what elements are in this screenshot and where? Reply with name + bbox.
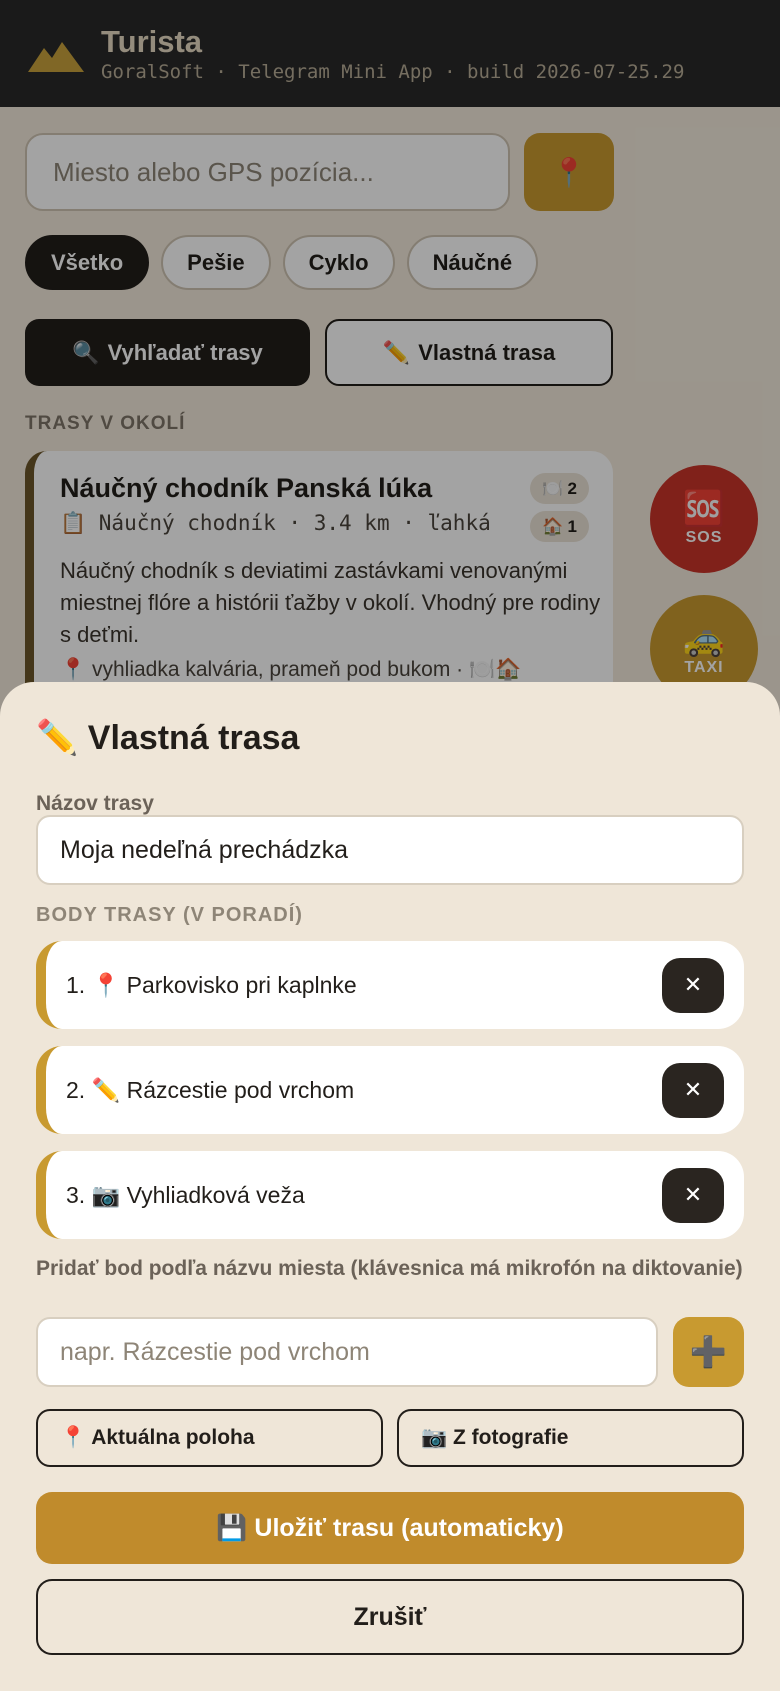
route-point-text: 1. 📍 Parkovisko pri kaplnke	[66, 971, 357, 998]
route-point-item: 1. 📍 Parkovisko pri kaplnke ✕	[36, 941, 744, 1029]
route-name-input[interactable]: Moja nedeľná prechádzka	[36, 815, 744, 885]
add-point-label: Pridať bod podľa názvu miesta (klávesnic…	[36, 1257, 743, 1280]
current-location-button[interactable]: 📍 Aktuálna poloha	[36, 1409, 383, 1467]
sheet-title-text: Vlastná trasa	[87, 719, 300, 757]
route-name-label: Názov trasy	[36, 792, 154, 815]
sheet-title: ✏️ Vlastná trasa	[36, 718, 299, 758]
custom-route-sheet: ✏️ Vlastná trasa Názov trasy Moja nedeľn…	[0, 682, 780, 1691]
add-point-button[interactable]: ➕	[673, 1317, 744, 1387]
remove-point-button[interactable]: ✕	[662, 1167, 724, 1223]
cancel-button[interactable]: Zrušiť	[36, 1579, 744, 1655]
route-points-label: BODY TRASY (V PORADÍ)	[36, 904, 303, 926]
remove-point-button[interactable]: ✕	[662, 1062, 724, 1118]
route-point-item: 3. 📷 Vyhliadková veža ✕	[36, 1151, 744, 1239]
add-point-input[interactable]: napr. Rázcestie pod vrchom	[36, 1317, 658, 1387]
save-route-button[interactable]: 💾 Uložiť trasu (automaticky)	[36, 1492, 744, 1564]
from-photo-button[interactable]: 📷 Z fotografie	[397, 1409, 744, 1467]
remove-point-button[interactable]: ✕	[662, 957, 724, 1013]
route-point-text: 2. ✏️ Rázcestie pod vrchom	[66, 1076, 355, 1103]
route-point-text: 3. 📷 Vyhliadková veža	[66, 1181, 305, 1208]
pencil-icon: ✏️	[36, 719, 79, 757]
route-point-item: 2. ✏️ Rázcestie pod vrchom ✕	[36, 1046, 744, 1134]
